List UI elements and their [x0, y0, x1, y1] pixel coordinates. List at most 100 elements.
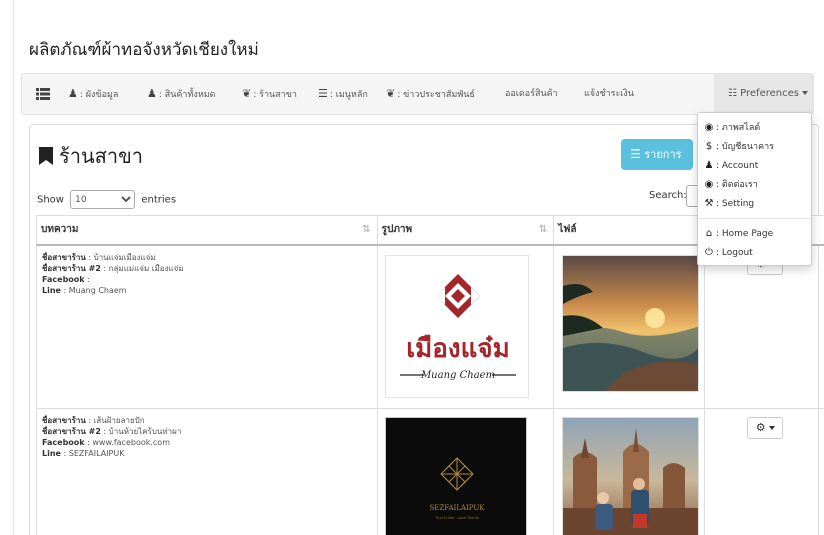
caret-down-icon	[801, 91, 808, 95]
info-key: Line	[42, 285, 61, 295]
list-icon: ☰	[630, 147, 641, 161]
menu-item-home-page[interactable]: ⌂: Home Page	[698, 224, 811, 243]
actions-cell: ⚙	[704, 244, 824, 409]
dollar-icon: $	[705, 141, 713, 152]
nav-item-label: แจ้งชำระเงิน	[584, 89, 634, 99]
list-icon: ☰	[318, 87, 328, 100]
show-label: Show	[37, 194, 64, 206]
menu-divider	[698, 218, 811, 219]
user-tie-icon: ♟	[68, 87, 78, 100]
menu-item-label: : บัญชีธนาคาร	[716, 142, 774, 152]
branch-logo-cell: SEZFAILAIPUK Thai Crafts · Local Textile	[376, 408, 555, 535]
caret-down-icon	[768, 426, 775, 430]
nav-item-label: ออเดอร์สินค้า	[505, 89, 558, 99]
column-header-file[interactable]: ไฟล์	[553, 215, 706, 246]
logo-subtext: Thai Crafts · Local Textile	[434, 516, 479, 520]
preferences-dropdown-menu: ◉: ภาพสไลด์ $: บัญชีธนาคาร ♟: Account ◉:…	[697, 112, 812, 266]
user-tie-icon: ♟	[147, 87, 157, 100]
info-value: :	[84, 274, 90, 284]
info-value: : Muang Chaem	[60, 285, 127, 295]
info-line: ชื่อสาขาร้าน #2 : บ้านห้วยไคร้บนท่าผา	[42, 426, 372, 437]
row-actions-button[interactable]: ⚙	[747, 417, 784, 439]
info-value: : บ้านห้วยไคร้บนท่าผา	[100, 427, 182, 436]
column-header-label: รูปภาพ	[381, 224, 413, 236]
section-title-text: ร้านสาขา	[59, 144, 143, 168]
nav-item-orders[interactable]: ออเดอร์สินค้า	[505, 74, 558, 114]
info-line: ชื่อสาขาร้าน : เส้นฝ้ายลายปัก	[42, 415, 372, 426]
sort-icon: ⇅	[538, 224, 548, 235]
info-key: ชื่อสาขาร้าน	[42, 416, 86, 425]
info-line: Line : Muang Chaem	[42, 285, 372, 296]
menu-item-label: : Logout	[716, 248, 753, 258]
nav-item-news[interactable]: ❦: ข่าวประชาสัมพันธ์	[386, 74, 475, 114]
info-key: ชื่อสาขาร้าน #2	[42, 263, 101, 273]
nav-item-label: : ข่าวประชาสัมพันธ์	[397, 90, 475, 100]
preferences-dropdown-toggle[interactable]: ☷ Preferences	[714, 74, 813, 114]
nav-item-label: : ร้านสาขา	[253, 90, 297, 100]
column-header-label: ไฟล์	[558, 224, 577, 236]
info-key: Facebook	[42, 438, 85, 447]
info-value: : www.facebook.com	[84, 438, 170, 447]
eye-icon: ◉	[704, 179, 714, 190]
bookmark-icon	[39, 147, 53, 165]
show-entries-control: Show 10 entries	[37, 190, 176, 209]
table-row: ชื่อสาขาร้าน : บ้านแจ่มเมืองแจ่ม ชื่อสาข…	[36, 244, 824, 409]
menu-item-label: : ติดต่อเรา	[716, 180, 758, 190]
menu-item-contact[interactable]: ◉: ติดต่อเรา	[698, 175, 811, 194]
menu-item-bank-accounts[interactable]: $: บัญชีธนาคาร	[698, 137, 811, 156]
list-button-label: รายการ	[644, 148, 682, 161]
wrench-icon: ⚒	[704, 198, 714, 209]
section-title: ร้านสาขา	[39, 140, 143, 172]
branch-photo-cell	[553, 244, 706, 409]
menu-item-label: : Home Page	[716, 229, 774, 239]
table-row: ชื่อสาขาร้าน : เส้นฝ้ายลายปัก ชื่อสาขาร้…	[36, 408, 824, 535]
menu-item-logout[interactable]: ⏻: Logout	[698, 243, 811, 262]
column-header-image[interactable]: รูปภาพ ⇅	[376, 215, 555, 246]
info-line: Facebook : www.facebook.com	[42, 437, 372, 448]
info-key: ชื่อสาขาร้าน #2	[42, 427, 101, 436]
nav-item-products[interactable]: ♟: สินค้าทั้งหมด	[147, 74, 216, 114]
leaf-icon: ❦	[242, 87, 252, 100]
sort-icon: ⇅	[362, 224, 371, 235]
home-icon: ⌂	[705, 228, 713, 239]
sezfailaipuk-logo: SEZFAILAIPUK Thai Crafts · Local Textile	[384, 417, 527, 535]
preferences-label: Preferences	[740, 88, 799, 99]
info-key: ชื่อสาขาร้าน	[42, 252, 86, 262]
info-value: : กลุ่มแม่แจ่ม เมืองแจ่ม	[100, 263, 184, 273]
temple-weavers-photo	[562, 417, 700, 535]
menu-item-setting[interactable]: ⚒: Setting	[698, 194, 811, 213]
nav-item-label: : ผังข้อมูล	[79, 90, 119, 100]
leaf-icon: ❦	[386, 87, 396, 100]
menu-list-icon[interactable]	[36, 74, 50, 114]
sitemap-icon: ☷	[728, 88, 737, 99]
menu-item-label: : ภาพสไลด์	[716, 123, 761, 133]
eye-icon: ◉	[704, 122, 714, 133]
page-size-select[interactable]: 10	[70, 190, 136, 209]
branch-info-cell: ชื่อสาขาร้าน : เส้นฝ้ายลายปัก ชื่อสาขาร้…	[36, 408, 378, 535]
menu-item-label: : Setting	[716, 199, 755, 209]
nav-item-label: : สินค้าทั้งหมด	[158, 90, 216, 100]
column-header-article[interactable]: บทความ ⇅	[36, 215, 378, 246]
nav-item-dashboard[interactable]: ♟: ผังข้อมูล	[68, 74, 118, 114]
landscape-photo	[562, 254, 700, 392]
nav-item-branches[interactable]: ❦: ร้านสาขา	[242, 74, 297, 114]
info-key: Line	[42, 449, 61, 458]
logo-text: SEZFAILAIPUK	[429, 504, 485, 512]
info-line: Line : SEZFAILAIPUK	[42, 448, 372, 459]
search-label: Search:	[649, 190, 687, 201]
info-line: Facebook :	[42, 274, 372, 285]
logo-text: เมืองแจ๋ม	[406, 334, 509, 364]
actions-cell: ⚙	[704, 408, 824, 535]
column-header-label: บทความ	[41, 224, 79, 236]
power-icon: ⏻	[705, 247, 713, 258]
menu-item-slides[interactable]: ◉: ภาพสไลด์	[698, 118, 811, 137]
info-value: : บ้านแจ่มเมืองแจ่ม	[85, 252, 156, 262]
list-button[interactable]: ☰ รายการ	[621, 139, 693, 170]
muang-chaem-logo: เมืองแจ๋ม Muang Chaem	[384, 254, 529, 398]
info-key: Facebook	[42, 274, 85, 284]
nav-item-main-menu[interactable]: ☰: เมนูหลัก	[318, 74, 368, 114]
info-line: ชื่อสาขาร้าน #2 : กลุ่มแม่แจ่ม เมืองแจ่ม	[42, 263, 372, 274]
nav-item-payment[interactable]: แจ้งชำระเงิน	[584, 74, 634, 114]
menu-item-account[interactable]: ♟: Account	[698, 156, 811, 175]
info-value: : SEZFAILAIPUK	[60, 449, 125, 458]
